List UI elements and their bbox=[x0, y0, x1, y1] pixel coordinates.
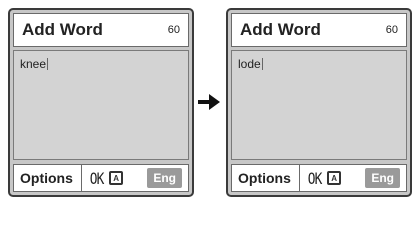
input-mode-icon: A bbox=[109, 171, 124, 185]
right-arrow-icon bbox=[198, 94, 220, 110]
options-softkey[interactable]: Options bbox=[232, 165, 300, 191]
screen-title: Add Word bbox=[240, 20, 321, 39]
phone-screen-after: Add Word 60 lode Options OK A Eng bbox=[226, 8, 412, 197]
softkey-bar: Options OK A Eng bbox=[231, 164, 407, 192]
input-text: lode bbox=[238, 57, 261, 71]
text-caret bbox=[47, 58, 49, 70]
options-softkey[interactable]: Options bbox=[14, 165, 82, 191]
input-text: knee bbox=[20, 57, 47, 71]
stage: Add Word 60 knee Options OK A Eng Add Wo… bbox=[0, 0, 415, 204]
phone-screen-before: Add Word 60 knee Options OK A Eng bbox=[8, 8, 194, 197]
language-indicator[interactable]: Eng bbox=[365, 168, 400, 188]
title-bar: Add Word 60 bbox=[231, 13, 407, 47]
char-count: 60 bbox=[385, 24, 398, 36]
ok-softkey[interactable]: OK bbox=[90, 169, 105, 188]
ok-softkey[interactable]: OK bbox=[308, 169, 323, 188]
word-input[interactable]: lode bbox=[231, 50, 407, 160]
char-count: 60 bbox=[167, 24, 180, 36]
text-caret bbox=[261, 58, 263, 70]
screen-title: Add Word bbox=[22, 20, 103, 39]
word-input[interactable]: knee bbox=[13, 50, 189, 160]
title-bar: Add Word 60 bbox=[13, 13, 189, 47]
language-indicator[interactable]: Eng bbox=[147, 168, 182, 188]
input-mode-icon: A bbox=[327, 171, 342, 185]
softkey-bar: Options OK A Eng bbox=[13, 164, 189, 192]
